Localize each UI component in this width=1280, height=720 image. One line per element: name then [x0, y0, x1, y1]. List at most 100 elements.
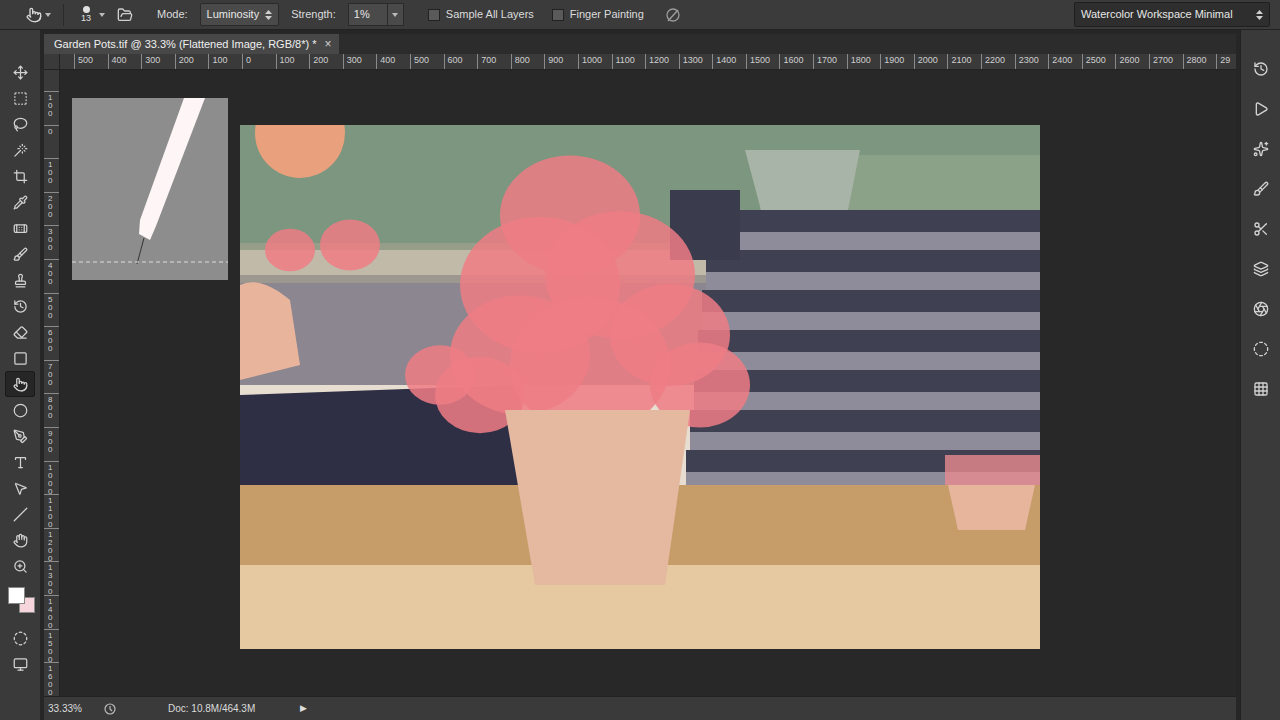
ruler-mark: 1200: [44, 528, 59, 562]
ruler-mark: 1600: [44, 662, 59, 696]
zoom-level[interactable]: 33.33%: [48, 701, 92, 716]
vertical-ruler: 1000100200300400500600700800900100011001…: [44, 70, 60, 696]
layers-icon: [1253, 261, 1269, 277]
ruler-mark: 300: [141, 54, 175, 69]
brush-stylus-icon: [72, 98, 228, 280]
strength-slider-button[interactable]: [388, 3, 404, 26]
brush-panel-icon[interactable]: [117, 7, 133, 23]
ruler-mark: 800: [44, 393, 59, 427]
document-tab[interactable]: Garden Pots.tif @ 33.3% (Flattened Image…: [44, 34, 339, 54]
ruler-mark: 2700: [1149, 54, 1183, 69]
history-icon: [1253, 61, 1269, 77]
ruler-mark: 500: [44, 293, 59, 327]
document-tab-bar: Garden Pots.tif @ 33.3% (Flattened Image…: [44, 34, 1236, 54]
tool-button[interactable]: [5, 319, 35, 345]
workspace-dropdown[interactable]: Watercolor Workspace Minimal: [1074, 2, 1270, 27]
checkbox-box[interactable]: [428, 9, 440, 21]
foreground-color-swatch[interactable]: [8, 587, 25, 604]
tool-button[interactable]: [5, 267, 35, 293]
panel-button[interactable]: [1247, 376, 1275, 402]
checkbox-box[interactable]: [552, 9, 564, 21]
clone-stamp-icon: [13, 273, 28, 288]
ruler-mark: 700: [44, 360, 59, 394]
tool-button[interactable]: [5, 345, 35, 371]
checkbox-option[interactable]: Finger Painting: [552, 6, 644, 23]
brush-presets-icon: [1253, 181, 1269, 197]
ruler-mark: 500: [410, 54, 444, 69]
tool-button[interactable]: [5, 137, 35, 163]
caret-icon: [99, 13, 105, 17]
tool-button[interactable]: [5, 59, 35, 85]
tool-button[interactable]: [5, 241, 35, 267]
panel-button[interactable]: [1247, 176, 1275, 202]
hand-icon: [13, 533, 28, 548]
tool-button[interactable]: [5, 475, 35, 501]
smudge-icon: [26, 7, 42, 23]
strength-input[interactable]: 1%: [348, 3, 388, 26]
mode-dropdown[interactable]: Luminosity: [200, 3, 280, 26]
panel-button[interactable]: [1247, 256, 1275, 282]
ruler-mark: 0: [44, 125, 59, 159]
close-tab-button[interactable]: ×: [324, 35, 331, 53]
panel-button[interactable]: [1247, 96, 1275, 122]
ruler-mark: 500: [74, 54, 108, 69]
screen-mode-icon[interactable]: [13, 657, 28, 672]
panel-button[interactable]: [1247, 296, 1275, 322]
options-bar: 13Mode:LuminosityStrength:1%Sample All L…: [0, 0, 1280, 30]
tool-button[interactable]: [5, 423, 35, 449]
pressure-icon[interactable]: [664, 7, 682, 23]
painting-image: [240, 125, 1040, 649]
tool-button[interactable]: [5, 397, 35, 423]
ruler-mark: 100: [44, 158, 59, 192]
tool-button[interactable]: [5, 293, 35, 319]
dropdown-arrows-icon: [265, 10, 272, 20]
ruler-mark: 400: [376, 54, 410, 69]
panel-button[interactable]: [1247, 216, 1275, 242]
checkbox-label: Sample All Layers: [446, 6, 534, 23]
brush-tip-preview: [72, 98, 228, 280]
tool-button[interactable]: [5, 527, 35, 553]
healing-icon: [13, 221, 28, 236]
panel-button[interactable]: [1247, 136, 1275, 162]
tool-button[interactable]: [5, 189, 35, 215]
quick-selection-icon: [13, 143, 28, 158]
panel-button[interactable]: [1247, 336, 1275, 362]
ruler-mark: 100: [276, 54, 310, 69]
tool-button[interactable]: [5, 553, 35, 579]
eraser-icon: [13, 325, 28, 340]
adjustments-icon: [1253, 341, 1269, 357]
status-menu-button[interactable]: ▶: [300, 702, 307, 716]
tool-button[interactable]: [5, 163, 35, 189]
ruler-mark: 2200: [981, 54, 1015, 69]
ruler-mark: 400: [108, 54, 142, 69]
ruler-mark: 800: [511, 54, 545, 69]
ruler-mark: 1600: [779, 54, 813, 69]
styles-icon: [1253, 141, 1269, 157]
brush-preset-picker[interactable]: 13: [76, 6, 105, 23]
ruler-mark: 1200: [645, 54, 679, 69]
gradient-icon: [13, 351, 28, 366]
tool-button[interactable]: [5, 85, 35, 111]
ruler-mark: 1800: [847, 54, 881, 69]
tool-button[interactable]: [5, 501, 35, 527]
color-swatches[interactable]: [5, 583, 35, 617]
export-info-icon[interactable]: [104, 703, 116, 715]
tool-button[interactable]: [5, 449, 35, 475]
ruler-mark: 2100: [947, 54, 981, 69]
panel-button[interactable]: [1247, 56, 1275, 82]
canvas-workspace[interactable]: [60, 70, 1236, 696]
ruler-mark: 600: [444, 54, 478, 69]
tool-button[interactable]: [5, 111, 35, 137]
ruler-mark: 1900: [880, 54, 914, 69]
ruler-mark: 300: [44, 225, 59, 259]
ruler-mark: 200: [44, 192, 59, 226]
tool-button[interactable]: [5, 371, 35, 397]
quick-mask-icon[interactable]: [13, 631, 28, 646]
ruler-mark: 100: [44, 91, 59, 125]
history-brush-icon: [13, 299, 28, 314]
tool-preset-picker[interactable]: [26, 7, 51, 23]
checkbox-option[interactable]: Sample All Layers: [428, 6, 534, 23]
tool-button[interactable]: [5, 215, 35, 241]
lasso-icon: [13, 117, 28, 132]
ruler-mark: 1100: [612, 54, 646, 69]
